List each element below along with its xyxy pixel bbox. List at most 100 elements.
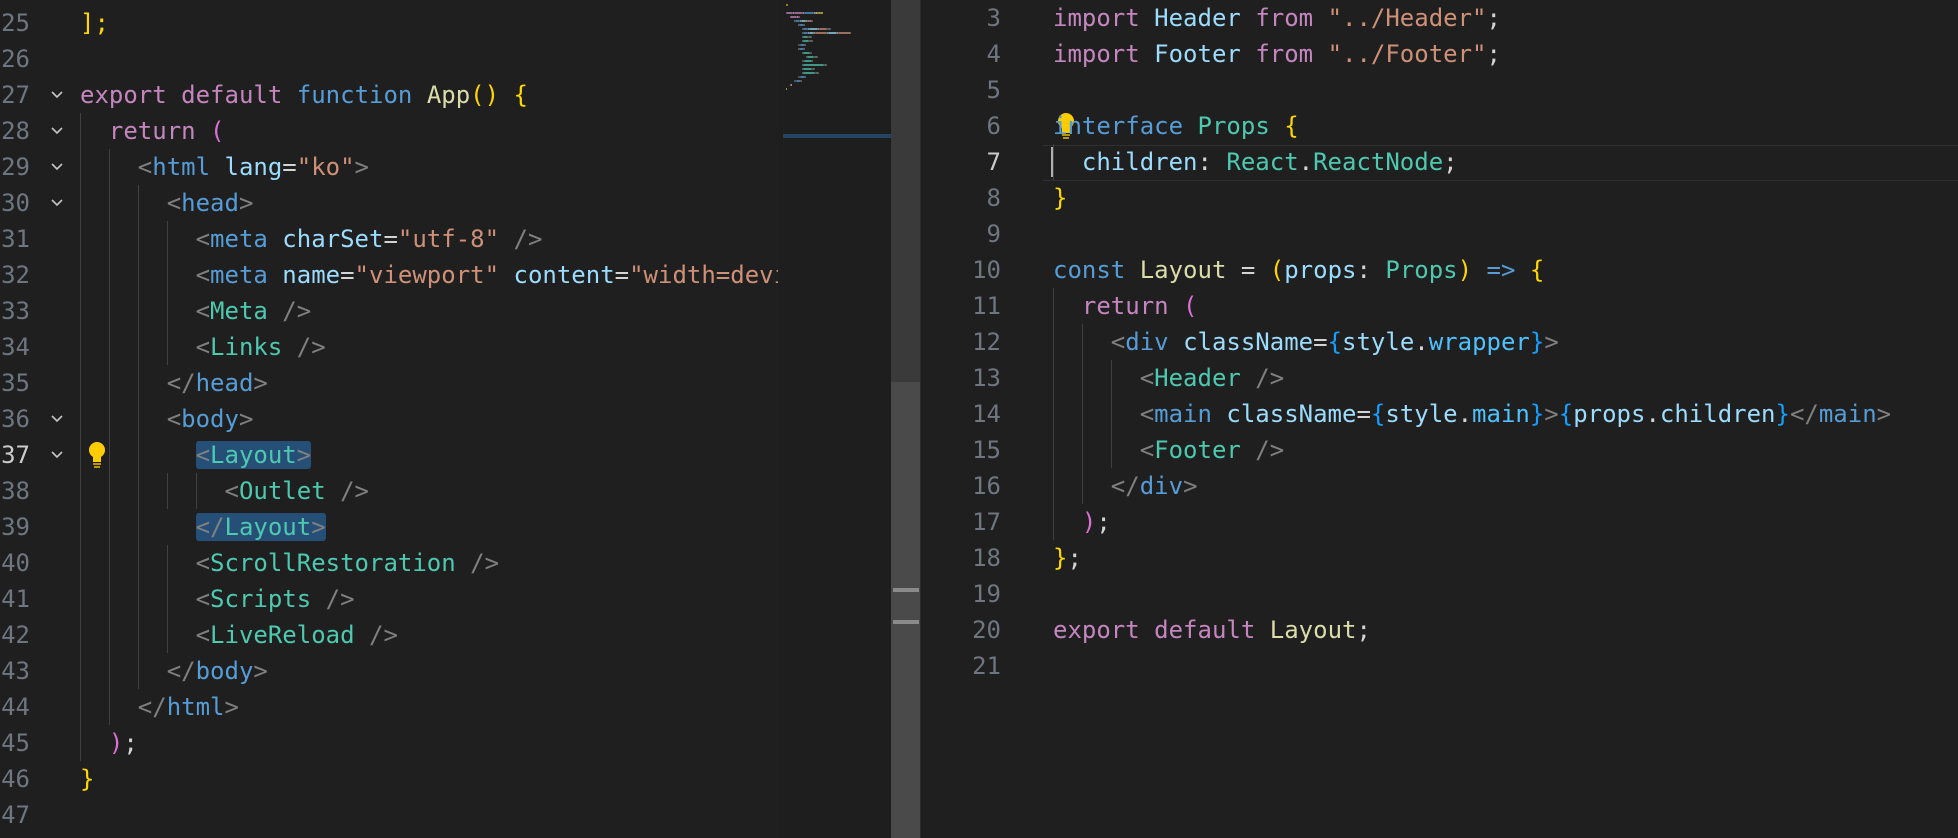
chevron-down-icon[interactable] xyxy=(46,401,68,437)
code-token: App xyxy=(426,81,471,109)
code-line[interactable]: 21 xyxy=(921,648,1958,684)
code-line[interactable]: 43 </body> xyxy=(0,653,778,689)
code-line[interactable]: 3 import Header from "../Header"; xyxy=(921,0,1958,36)
code-line[interactable]: 26 xyxy=(0,41,778,77)
code-token: = xyxy=(383,225,398,253)
code-text[interactable]: import Footer from "../Footer"; xyxy=(1053,36,1501,72)
code-line[interactable]: 6 interface Props { xyxy=(921,108,1958,144)
code-text[interactable]: export default function App() { xyxy=(80,77,528,113)
chevron-down-icon[interactable] xyxy=(46,77,68,113)
code-text[interactable]: <meta name="viewport" content="width=dev… xyxy=(196,257,778,293)
chevron-down-icon[interactable] xyxy=(46,437,68,473)
scrollbar-thumb[interactable] xyxy=(891,382,921,838)
code-line[interactable]: 45); xyxy=(0,725,778,761)
code-line[interactable]: 20 export default Layout; xyxy=(921,612,1958,648)
minimap[interactable] xyxy=(778,0,891,838)
code-line[interactable]: 37 <Layout> xyxy=(0,437,778,473)
code-line[interactable]: 5 xyxy=(921,72,1958,108)
chevron-down-icon[interactable] xyxy=(46,113,68,149)
code-text[interactable]: } xyxy=(1053,180,1067,216)
code-line[interactable]: 46} xyxy=(0,761,778,797)
code-text[interactable]: ); xyxy=(1082,504,1111,540)
code-text[interactable]: <Scripts /> xyxy=(196,581,355,617)
code-line[interactable]: 10 const Layout = (props: Props) => { xyxy=(921,252,1958,288)
code-line[interactable]: 41 <Scripts /> xyxy=(0,581,778,617)
code-text[interactable]: <LiveReload /> xyxy=(196,617,398,653)
code-text[interactable]: import Header from "../Header"; xyxy=(1053,0,1501,36)
code-line[interactable]: 8} xyxy=(921,180,1958,216)
code-token: "../Footer" xyxy=(1327,40,1487,68)
code-line[interactable]: 16 </div> xyxy=(921,468,1958,504)
code-text[interactable]: const Layout = (props: Props) => { xyxy=(1053,252,1544,288)
code-line[interactable]: 7 children: React.ReactNode; xyxy=(921,144,1958,181)
code-token: name xyxy=(282,261,341,289)
code-text[interactable]: <Links /> xyxy=(196,329,326,365)
code-text[interactable]: </body> xyxy=(167,653,268,689)
indent-guide xyxy=(108,257,110,293)
code-text[interactable]: <ScrollRestoration /> xyxy=(196,545,499,581)
code-line[interactable]: 17); xyxy=(921,504,1958,540)
code-line[interactable]: 28 return ( xyxy=(0,113,778,149)
code-text[interactable]: export default Layout; xyxy=(1053,612,1371,648)
code-token: ; xyxy=(123,729,138,757)
code-line[interactable]: 27 export default function App() { xyxy=(0,77,778,113)
code-line[interactable]: 44 </html> xyxy=(0,689,778,725)
code-text[interactable]: return ( xyxy=(1082,288,1198,324)
code-line[interactable]: 32 <meta name="viewport" content="width=d… xyxy=(0,257,778,293)
code-token: < xyxy=(195,333,211,361)
chevron-down-icon[interactable] xyxy=(46,149,68,185)
code-line[interactable]: 33 <Meta /> xyxy=(0,293,778,329)
code-text[interactable]: return ( xyxy=(109,113,225,149)
code-text[interactable]: <head> xyxy=(167,185,254,221)
code-token: . xyxy=(1645,400,1660,428)
code-line[interactable]: 29 <html lang="ko"> xyxy=(0,149,778,185)
code-line[interactable]: 9 xyxy=(921,216,1958,252)
code-token: ; xyxy=(1096,508,1111,536)
code-text[interactable]: <Header /> xyxy=(1140,360,1285,396)
code-line[interactable]: 25]; xyxy=(0,5,778,41)
code-line[interactable]: 40 <ScrollRestoration /> xyxy=(0,545,778,581)
code-line[interactable]: 35 </head> xyxy=(0,365,778,401)
code-line[interactable]: 18}; xyxy=(921,540,1958,576)
code-text[interactable]: ]; xyxy=(80,5,109,41)
code-line[interactable]: 13 <Header /> xyxy=(921,360,1958,396)
code-line[interactable]: 39 </Layout> xyxy=(0,509,778,545)
code-text[interactable]: } xyxy=(80,761,94,797)
code-text[interactable]: </Layout> xyxy=(195,509,326,545)
code-text[interactable]: children: React.ReactNode; xyxy=(1082,144,1458,180)
code-line[interactable]: 36 <body> xyxy=(0,401,778,437)
code-line[interactable]: 19 xyxy=(921,576,1958,612)
code-line[interactable]: 42 <LiveReload /> xyxy=(0,617,778,653)
code-line[interactable]: 31 <meta charSet="utf-8" /> xyxy=(0,221,778,257)
code-line[interactable]: 12 <div className={style.wrapper}> xyxy=(921,324,1958,360)
code-text[interactable]: <Footer /> xyxy=(1140,432,1285,468)
chevron-down-icon[interactable] xyxy=(46,185,68,221)
code-text[interactable]: <main className={style.main}>{props.chil… xyxy=(1140,396,1891,432)
code-text[interactable]: </head> xyxy=(167,365,268,401)
code-text[interactable]: <body> xyxy=(167,401,254,437)
code-text[interactable]: </div> xyxy=(1111,468,1198,504)
code-text[interactable]: ); xyxy=(109,725,138,761)
code-text[interactable]: interface Props { xyxy=(1053,108,1299,144)
code-text[interactable]: <meta charSet="utf-8" /> xyxy=(196,221,543,257)
lightbulb-icon[interactable] xyxy=(86,440,108,470)
code-line[interactable]: 4 import Footer from "../Footer"; xyxy=(921,36,1958,72)
code-text[interactable]: <Outlet /> xyxy=(225,473,370,509)
code-line[interactable]: 47 xyxy=(0,797,778,833)
code-text[interactable]: </html> xyxy=(138,689,239,725)
code-line[interactable]: 34 <Links /> xyxy=(0,329,778,365)
code-text[interactable]: <Meta /> xyxy=(196,293,312,329)
code-text[interactable]: <Layout> xyxy=(195,437,312,473)
code-line[interactable]: 14 <main className={style.main}>{props.ch… xyxy=(921,396,1958,432)
code-line[interactable]: 38 <Outlet /> xyxy=(0,473,778,509)
code-text[interactable]: <html lang="ko"> xyxy=(138,149,369,185)
code-line[interactable]: 30 <head> xyxy=(0,185,778,221)
code-line[interactable]: 11 return ( xyxy=(921,288,1958,324)
code-line[interactable]: 15 <Footer /> xyxy=(921,432,1958,468)
code-token: Layout xyxy=(1139,256,1227,284)
left-editor-pane[interactable]: 25]; 26 27 export default function App() {2… xyxy=(0,0,778,838)
code-text[interactable]: }; xyxy=(1053,540,1082,576)
right-editor-pane[interactable]: 3 import Header from "../Header"; 4 import … xyxy=(921,0,1958,838)
code-text[interactable]: <div className={style.wrapper}> xyxy=(1111,324,1559,360)
